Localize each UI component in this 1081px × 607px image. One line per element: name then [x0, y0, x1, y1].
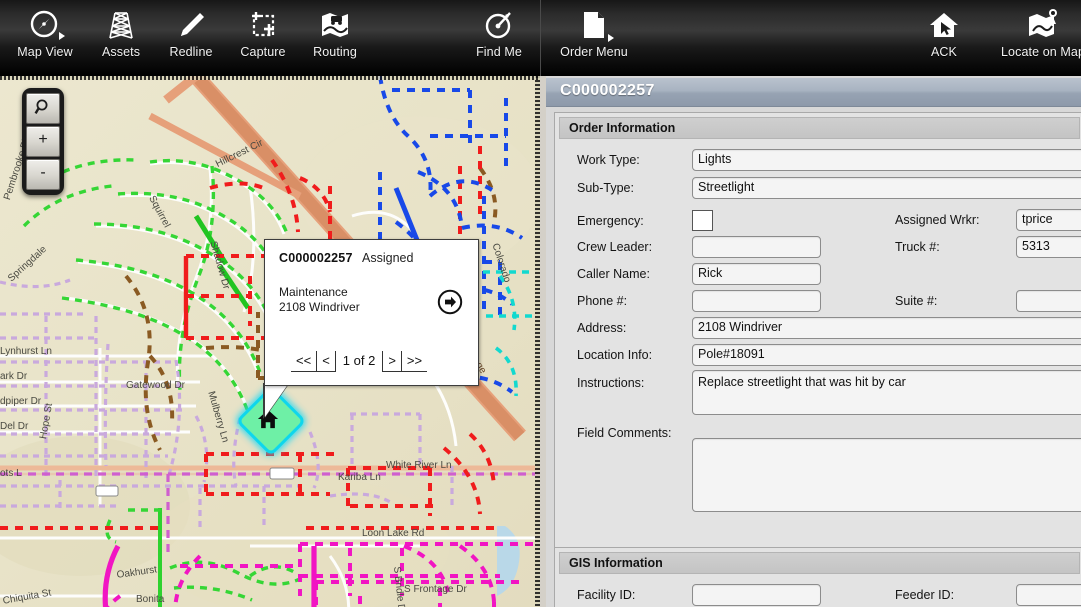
map-scrollbar-top[interactable]: [0, 76, 540, 80]
feeder-id-field[interactable]: [1016, 584, 1081, 606]
callout-status: Assigned: [362, 251, 414, 265]
toolbar-right-group: Order Menu ACK Locate on Map: [541, 0, 1081, 76]
top-toolbar: Map View Assets Redline Capture Routing …: [0, 0, 1081, 76]
callout-work-type: Maintenance: [279, 285, 348, 299]
label-truck-number: Truck #:: [895, 240, 940, 254]
toolbar-button-find-me[interactable]: Find Me: [456, 6, 542, 70]
label-address: Address:: [577, 321, 627, 335]
compass-icon: [29, 6, 65, 44]
label-emergency: Emergency:: [577, 214, 644, 228]
toolbar-label: Routing: [313, 45, 357, 59]
crew-leader-field[interactable]: [692, 236, 821, 258]
label-assigned-worker: Assigned Wrkr:: [895, 213, 980, 227]
label-suite-number: Suite #:: [895, 294, 938, 308]
gis-group-title-bar: GIS Information: [559, 552, 1080, 574]
callout-address: 2108 Windriver: [279, 300, 360, 314]
chevron-right-icon: [608, 34, 614, 42]
pager-prev-button[interactable]: <: [317, 350, 336, 372]
tower-icon: [106, 6, 136, 44]
label-sub-type: Sub-Type:: [577, 181, 634, 195]
emergency-checkbox[interactable]: [692, 210, 713, 231]
panel-header: C000002257: [546, 78, 1081, 107]
suite-number-field[interactable]: [1016, 290, 1081, 312]
route-map-icon: [319, 6, 351, 44]
home-cursor-icon: [928, 6, 960, 44]
toolbar-label: Assets: [101, 45, 141, 59]
toolbar-label: ACK: [930, 45, 957, 59]
pager-last-button[interactable]: >>: [401, 351, 428, 372]
label-caller-name: Caller Name:: [577, 267, 650, 281]
toolbar-label: Map View: [17, 45, 73, 59]
toolbar-label: Locate on Map: [1001, 45, 1081, 59]
label-phone-number: Phone #:: [577, 294, 628, 308]
callout-order-id: C000002257: [279, 251, 353, 265]
document-icon: [580, 6, 614, 44]
page-title: C000002257: [560, 82, 655, 99]
label-crew-leader: Crew Leader:: [577, 240, 653, 254]
phone-number-field[interactable]: [692, 290, 821, 312]
toolbar-label: Order Menu: [560, 45, 628, 59]
toolbar-label: Redline: [169, 45, 213, 59]
caller-name-field[interactable]: Rick: [692, 263, 821, 285]
group-title-bar: Order Information: [559, 117, 1080, 139]
map-scrollbar-right[interactable]: [535, 76, 540, 607]
toolbar-left-group: Map View Assets Redline Capture Routing …: [0, 0, 540, 76]
toolbar-button-locate-on-map[interactable]: Locate on Map: [988, 6, 1081, 70]
map-zoom-controls: + -: [22, 88, 64, 195]
order-information-group: Order Information Work Type: Lights Sub-…: [554, 112, 1081, 561]
toolbar-button-map-view[interactable]: Map View: [2, 6, 88, 70]
truck-number-field[interactable]: 5313: [1016, 236, 1081, 258]
label-work-type: Work Type:: [577, 153, 640, 167]
application-window: Map View Assets Redline Capture Routing …: [0, 0, 1081, 607]
field-comments-textarea[interactable]: [692, 438, 1081, 512]
target-icon: [483, 6, 515, 44]
gis-group-title-label: GIS Information: [569, 556, 663, 570]
toolbar-button-routing[interactable]: Routing: [292, 6, 378, 70]
instructions-textarea[interactable]: Replace streetlight that was hit by car: [692, 370, 1081, 415]
callout-pager: << < 1 of 2 > >>: [291, 349, 428, 373]
pencil-icon: [175, 6, 207, 44]
label-field-comments: Field Comments:: [577, 426, 672, 440]
arrow-right-circle-icon[interactable]: [437, 289, 463, 315]
zoom-out-button[interactable]: -: [26, 159, 60, 190]
map-callout-popup[interactable]: C000002257 Assigned Maintenance 2108 Win…: [264, 239, 479, 386]
order-details-panel: C000002257 Order Information Work Type: …: [546, 76, 1081, 607]
toolbar-label: Capture: [240, 45, 286, 59]
pager-page-text: 1 of 2: [342, 353, 376, 368]
group-title-label: Order Information: [569, 121, 676, 135]
address-field[interactable]: 2108 Windriver: [692, 317, 1081, 339]
toolbar-button-order-menu[interactable]: Order Menu: [551, 6, 637, 70]
callout-tail: [265, 383, 289, 417]
label-facility-id: Facility ID:: [577, 588, 636, 602]
locate-map-icon: [1026, 6, 1060, 44]
sub-type-field[interactable]: Streetlight: [692, 177, 1081, 199]
crop-icon: [247, 6, 279, 44]
toolbar-label: Find Me: [476, 45, 522, 59]
chevron-right-icon: [59, 32, 65, 40]
location-info-field[interactable]: Pole#18091: [692, 344, 1081, 366]
toolbar-button-ack[interactable]: ACK: [901, 6, 987, 70]
gis-information-group: GIS Information Facility ID: Feeder ID:: [554, 547, 1081, 607]
magnifier-icon[interactable]: [26, 93, 60, 124]
pager-next-button[interactable]: >: [382, 350, 402, 372]
work-type-field[interactable]: Lights: [692, 149, 1081, 171]
pager-first-button[interactable]: <<: [291, 350, 318, 372]
facility-id-field[interactable]: [692, 584, 821, 606]
assigned-worker-field[interactable]: tprice: [1016, 209, 1081, 231]
zoom-in-button[interactable]: +: [26, 126, 60, 157]
label-feeder-id: Feeder ID:: [895, 588, 955, 602]
label-instructions: Instructions:: [577, 376, 645, 390]
label-location-info: Location Info:: [577, 348, 653, 362]
